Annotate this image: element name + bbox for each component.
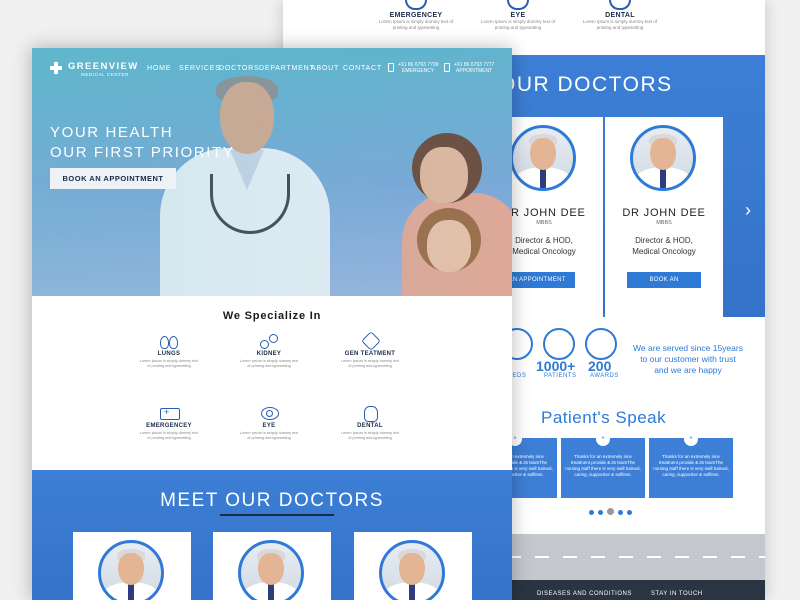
specialize-title: We Specialize In <box>222 310 322 322</box>
eye-icon <box>260 406 279 420</box>
hero-section: GREENVIEW MEDICAL CENTER HOME SERVICES D… <box>32 48 512 296</box>
nav-contact[interactable]: CONTACT <box>343 65 382 72</box>
nav-department[interactable]: DEPARTMENT <box>259 65 315 72</box>
award-medal-icon <box>585 328 617 360</box>
stat-patients-label: PATIENTS <box>544 373 577 379</box>
stat-awards-number: 200 <box>588 358 612 374</box>
doctor-photo <box>630 125 696 191</box>
quote-icon: “ <box>596 432 610 446</box>
patients-icon <box>543 328 575 360</box>
medical-cross-icon <box>50 62 62 74</box>
meet-doctors-section: MEET OUR DOCTORS <box>32 470 512 600</box>
stats-description: We are served since 15years to our custo… <box>633 343 743 375</box>
testimonial-card: “ Thanks for an extremely nice treatment… <box>649 432 733 498</box>
doctor-photo <box>510 125 576 191</box>
ambulance-icon <box>160 406 180 420</box>
doctor-card <box>354 532 472 600</box>
tooth-icon <box>361 406 379 422</box>
book-appointment-button[interactable]: BOOK AN APPOINTMENT <box>50 168 176 189</box>
meet-doctors-title: MEET OUR DOCTORS <box>160 490 384 511</box>
doctor-card <box>213 532 331 600</box>
emergency-contact[interactable]: +91 86 6793 7799 EMERGENCY <box>388 62 438 74</box>
carousel-dot[interactable] <box>627 510 632 515</box>
nav-home[interactable]: HOME <box>147 65 171 72</box>
lungs-icon <box>160 334 178 349</box>
nav-services[interactable]: SERVICES <box>179 65 221 72</box>
doctor-role: Director & HOD, Medical Oncology <box>632 236 696 256</box>
carousel-dot[interactable] <box>618 510 623 515</box>
specialty-dental[interactable]: DENTAL Lorem Ipsum is simply dummy text o… <box>330 406 410 441</box>
footer-diseases-heading: DISEASES AND CONDITIONS <box>537 591 632 597</box>
book-appointment-button[interactable]: BOOK AN APPOINTMENT <box>627 272 701 299</box>
hero-headline: YOUR HEALTH OUR FIRST PRIORITY <box>50 124 235 161</box>
doctor-card: DR JOHN DEE MBBS Director & HOD, Medical… <box>605 117 723 351</box>
carousel-dots <box>589 502 636 520</box>
appointment-contact[interactable]: +91 86 6793 7777 APPOINTMENT <box>444 62 494 74</box>
kidney-icon <box>260 334 278 349</box>
specialize-section: We Specialize In LUNGS Lorem Ipsum is si… <box>32 296 512 470</box>
specialty-emergency[interactable]: EMERGENCEY Lorem Ipsum is simply dummy t… <box>129 406 209 441</box>
doctor-photo <box>98 540 164 600</box>
ambulance-icon <box>405 0 427 10</box>
back-spec-eye[interactable]: EYE Lorem Ipsum is simply dummy text of … <box>473 0 563 31</box>
phone-icon <box>444 63 450 72</box>
bandage-icon <box>361 334 379 348</box>
nav-about[interactable]: ABOUT <box>311 65 339 72</box>
next-arrow-icon[interactable]: › <box>745 200 751 221</box>
stat-awards-label: AWARDS <box>590 373 619 379</box>
doctor-card <box>73 532 191 600</box>
title-underline <box>220 514 334 516</box>
doctor-photo <box>379 540 445 600</box>
specialty-eye[interactable]: EYE Lorem Ipsum is simply dummy text of p… <box>229 406 309 441</box>
stat-patients-number: 1000+ <box>536 358 576 374</box>
front-page-preview: GREENVIEW MEDICAL CENTER HOME SERVICES D… <box>32 48 512 600</box>
back-doctors-title: OUR DOCTORS <box>499 73 673 96</box>
top-navigation: GREENVIEW MEDICAL CENTER HOME SERVICES D… <box>32 48 512 88</box>
testimonial-card: “ Thanks for an extremely nice treatment… <box>561 432 645 498</box>
back-specialties-row: EMERGENCEY Lorem Ipsum is simply dummy t… <box>283 0 765 48</box>
eye-icon <box>507 0 529 10</box>
specialty-gen-treatment[interactable]: GEN TEATMENT Lorem Ipsum is simply dummy… <box>330 334 410 369</box>
back-spec-dental[interactable]: DENTAL Lorem Ipsum is simply dummy text … <box>575 0 665 31</box>
quote-icon: “ <box>684 432 698 446</box>
specialty-lungs[interactable]: LUNGS Lorem Ipsum is simply dummy text of… <box>129 334 209 369</box>
carousel-dot[interactable] <box>598 510 603 515</box>
carousel-dot[interactable] <box>589 510 594 515</box>
patients-speak-title: Patient's Speak <box>541 408 667 427</box>
footer-stay-in-touch-heading: STAY IN TOUCH <box>651 591 703 597</box>
doctor-name: DR JOHN DEE <box>622 207 706 219</box>
specialty-kidney[interactable]: KIDNEY Lorem Ipsum is simply dummy text o… <box>229 334 309 369</box>
back-spec-emergency[interactable]: EMERGENCEY Lorem Ipsum is simply dummy t… <box>371 0 461 31</box>
logo-subtitle: MEDICAL CENTER <box>81 72 129 77</box>
carousel-dot-active[interactable] <box>607 508 614 515</box>
nav-doctors[interactable]: DOCTORS <box>219 65 259 72</box>
logo-name: GREENVIEW <box>68 61 139 72</box>
doctor-degree: MBBS <box>656 220 672 226</box>
ambulance-icon <box>388 63 394 72</box>
doctor-photo <box>238 540 304 600</box>
tooth-icon <box>609 0 631 10</box>
